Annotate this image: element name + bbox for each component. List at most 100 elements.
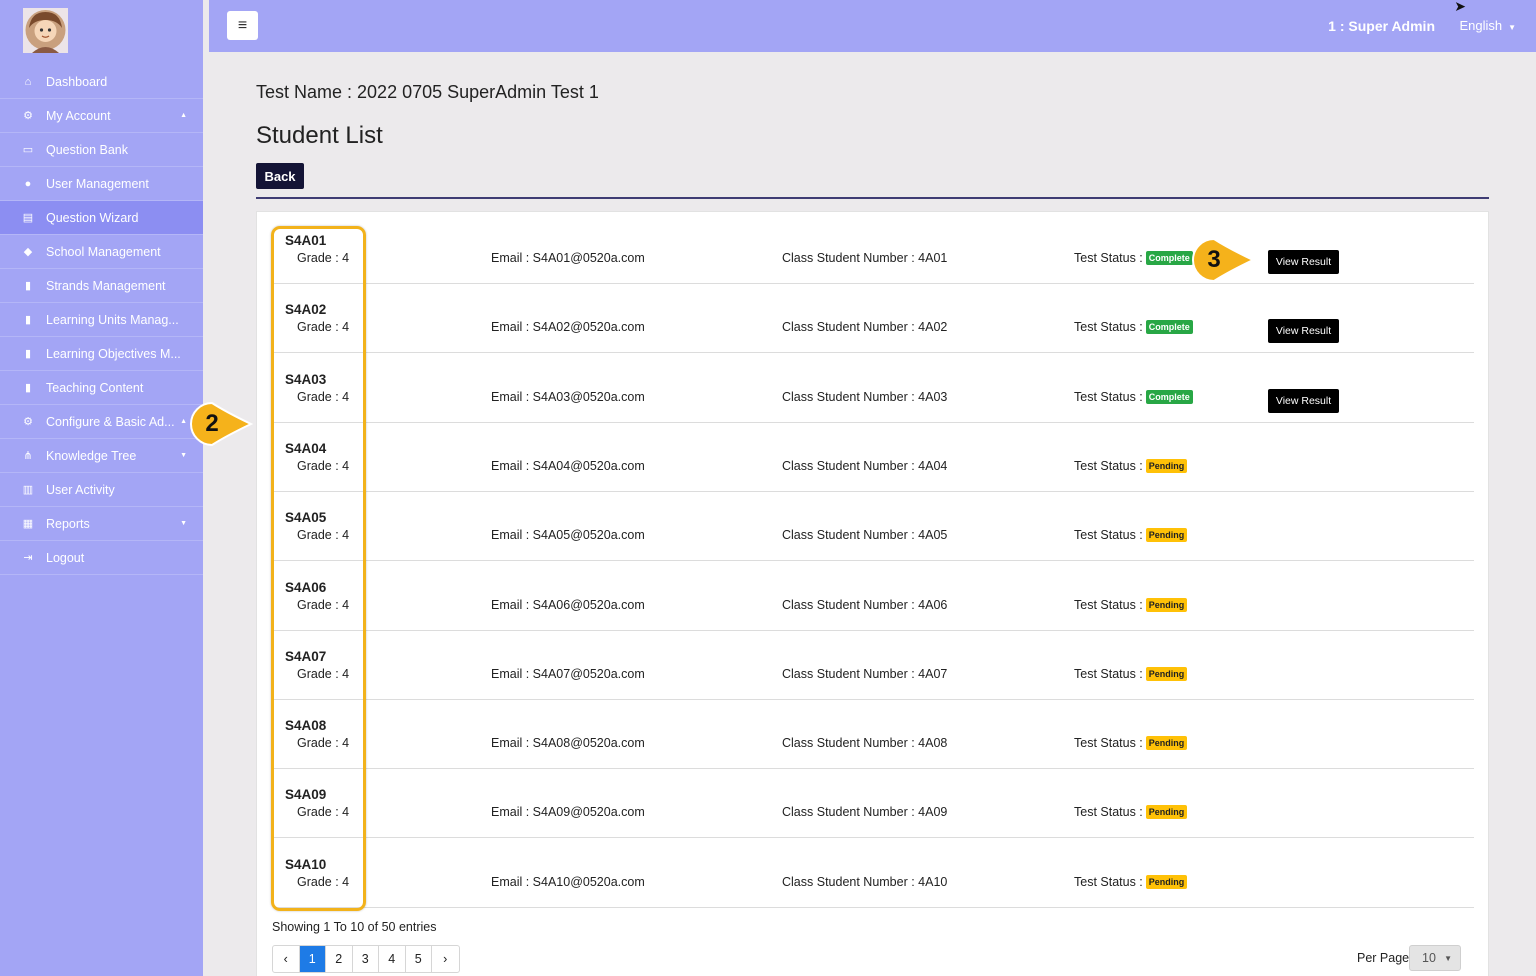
sidebar-item-label: Learning Objectives M... bbox=[46, 346, 181, 361]
pagination-page-5[interactable]: 5 bbox=[406, 946, 432, 972]
student-row: S4A05 Grade : 4 Email : S4A05@0520a.com Cla… bbox=[273, 492, 1474, 562]
sidebar-item-dashboard[interactable]: ⌂ Dashboard bbox=[0, 65, 203, 99]
sidebar-item-logout[interactable]: ⇥ Logout bbox=[0, 541, 203, 575]
sidebar-item-label: School Management bbox=[46, 244, 161, 259]
test-status-label: Test Status : bbox=[1074, 736, 1143, 751]
student-email: Email : S4A04@0520a.com bbox=[491, 458, 645, 473]
sidebar-item-knowledge-tree[interactable]: ⋔ Knowledge Tree ▼ bbox=[0, 439, 203, 473]
test-status: Test Status : Complete bbox=[1074, 389, 1193, 404]
student-row: S4A02 Grade : 4 Email : S4A02@0520a.com Cla… bbox=[273, 284, 1474, 354]
sidebar-item-user-management[interactable]: ● User Management bbox=[0, 167, 203, 201]
sidebar-item-label: Question Wizard bbox=[46, 210, 139, 225]
class-student-number: Class Student Number : 4A05 bbox=[782, 528, 948, 543]
top-bar: ≡ 1 : Super Admin English ▼ bbox=[209, 0, 1536, 52]
student-email: Email : S4A02@0520a.com bbox=[491, 320, 645, 335]
student-email: Email : S4A07@0520a.com bbox=[491, 666, 645, 681]
sidebar-item-strands-management[interactable]: ▮ Strands Management bbox=[0, 269, 203, 303]
current-user-label[interactable]: 1 : Super Admin bbox=[1328, 18, 1435, 34]
sidebar-item-label: Strands Management bbox=[46, 278, 166, 293]
sidebar-item-user-activity[interactable]: ▥ User Activity bbox=[0, 473, 203, 507]
status-badge: Pending bbox=[1145, 458, 1188, 473]
pagination-page-2[interactable]: 2 bbox=[326, 946, 353, 972]
view-result-button[interactable]: View Result bbox=[1268, 388, 1339, 413]
pagination-prev-button[interactable]: ‹ bbox=[273, 946, 300, 972]
class-student-number: Class Student Number : 4A04 bbox=[782, 458, 948, 473]
sidebar-item-learning-objectives-m[interactable]: ▮ Learning Objectives M... bbox=[0, 337, 203, 371]
sidebar-item-label: My Account bbox=[46, 108, 111, 123]
view-result-button[interactable]: View Result bbox=[1268, 250, 1339, 274]
pagination-page-1[interactable]: 1 bbox=[299, 946, 326, 972]
chevron-down-icon: ▼ bbox=[1444, 953, 1452, 963]
view-result-button[interactable]: View Result bbox=[1268, 319, 1339, 344]
cogs-icon: ⚙ bbox=[23, 110, 33, 122]
status-badge: Complete bbox=[1145, 320, 1193, 335]
callout-number: 3 bbox=[1207, 246, 1221, 273]
sidebar-item-question-wizard[interactable]: ▤ Question Wizard bbox=[0, 201, 203, 235]
class-student-number: Class Student Number : 4A07 bbox=[782, 666, 948, 681]
divider bbox=[256, 197, 1489, 199]
graduation-cap-icon: ◆ bbox=[23, 246, 33, 258]
sign-out-icon: ⇥ bbox=[23, 552, 33, 564]
sidebar-item-question-bank[interactable]: ▭ Question Bank bbox=[0, 133, 203, 167]
sidebar-item-teaching-content[interactable]: ▮ Teaching Content bbox=[0, 371, 203, 405]
sidebar-item-my-account[interactable]: ⚙ My Account ▲ bbox=[0, 99, 203, 133]
test-status: Test Status : Pending bbox=[1074, 805, 1188, 820]
pagination-next-button[interactable]: › bbox=[432, 946, 459, 972]
test-status: Test Status : Pending bbox=[1074, 458, 1188, 473]
table-icon: ▦ bbox=[22, 518, 34, 530]
file-icon: ▮ bbox=[24, 280, 32, 292]
student-row: S4A10 Grade : 4 Email : S4A10@0520a.com Cla… bbox=[273, 839, 1474, 908]
bar-chart-icon: ▥ bbox=[22, 484, 34, 496]
class-student-number: Class Student Number : 4A03 bbox=[782, 389, 948, 404]
student-email: Email : S4A05@0520a.com bbox=[491, 528, 645, 543]
student-email: Email : S4A06@0520a.com bbox=[491, 597, 645, 612]
callout-2-marker: 2 bbox=[188, 400, 256, 448]
cogs-icon: ⚙ bbox=[23, 416, 33, 428]
test-status-label: Test Status : bbox=[1074, 666, 1143, 681]
sidebar-item-label: User Activity bbox=[46, 482, 115, 497]
student-email: Email : S4A09@0520a.com bbox=[491, 805, 645, 820]
test-status-label: Test Status : bbox=[1074, 597, 1143, 612]
student-row: S4A08 Grade : 4 Email : S4A08@0520a.com Cla… bbox=[273, 700, 1474, 770]
test-status: Test Status : Pending bbox=[1074, 736, 1188, 751]
sidebar: ⌂ Dashboard ⚙ My Account ▲ ▭ Question Bank ● Use… bbox=[0, 0, 203, 976]
callout-number: 2 bbox=[205, 410, 219, 437]
hamburger-menu-button[interactable]: ≡ bbox=[227, 11, 258, 40]
status-badge: Complete bbox=[1145, 389, 1193, 404]
status-badge: Pending bbox=[1145, 874, 1188, 889]
test-status-label: Test Status : bbox=[1074, 874, 1143, 889]
class-student-number: Class Student Number : 4A08 bbox=[782, 736, 948, 751]
student-id-highlight-box bbox=[271, 226, 366, 911]
class-student-number: Class Student Number : 4A01 bbox=[782, 251, 948, 265]
test-status-label: Test Status : bbox=[1074, 320, 1143, 335]
status-badge: Complete bbox=[1145, 251, 1193, 265]
page-title: Student List bbox=[256, 122, 383, 149]
test-status-label: Test Status : bbox=[1074, 251, 1143, 265]
sidebar-nav: ⌂ Dashboard ⚙ My Account ▲ ▭ Question Bank ● Use… bbox=[0, 65, 203, 575]
hamburger-icon: ≡ bbox=[237, 16, 248, 34]
sidebar-item-label: Logout bbox=[46, 550, 85, 565]
back-button[interactable]: Back bbox=[256, 163, 304, 189]
avatar[interactable] bbox=[23, 8, 68, 53]
home-icon: ⌂ bbox=[24, 75, 32, 88]
user-icon: ● bbox=[24, 177, 32, 190]
student-email: Email : S4A10@0520a.com bbox=[491, 874, 645, 889]
per-page-select[interactable]: 10 ▼ bbox=[1409, 945, 1461, 971]
file-icon: ▮ bbox=[24, 382, 32, 394]
chevron-up-icon: ▲ bbox=[180, 112, 187, 119]
sidebar-item-configure-basic-ad[interactable]: ⚙ Configure & Basic Ad... ▲ bbox=[0, 405, 203, 439]
sidebar-item-school-management[interactable]: ◆ School Management bbox=[0, 235, 203, 269]
language-dropdown[interactable]: English ▼ bbox=[1459, 18, 1516, 33]
pagination-page-4[interactable]: 4 bbox=[379, 946, 406, 972]
sidebar-item-learning-units-manag[interactable]: ▮ Learning Units Manag... bbox=[0, 303, 203, 337]
per-page-label: Per Page bbox=[1357, 951, 1410, 965]
student-row: S4A04 Grade : 4 Email : S4A04@0520a.com Cla… bbox=[273, 423, 1474, 492]
sidebar-item-reports[interactable]: ▦ Reports ▼ bbox=[0, 507, 203, 541]
sidebar-item-label: Teaching Content bbox=[46, 380, 144, 395]
student-email: Email : S4A01@0520a.com bbox=[491, 251, 645, 265]
sitemap-icon: ⋔ bbox=[23, 450, 33, 462]
status-badge: Pending bbox=[1145, 597, 1188, 612]
pagination-page-3[interactable]: 3 bbox=[353, 946, 379, 972]
status-badge: Pending bbox=[1145, 805, 1188, 820]
per-page-value: 10 bbox=[1422, 951, 1436, 965]
